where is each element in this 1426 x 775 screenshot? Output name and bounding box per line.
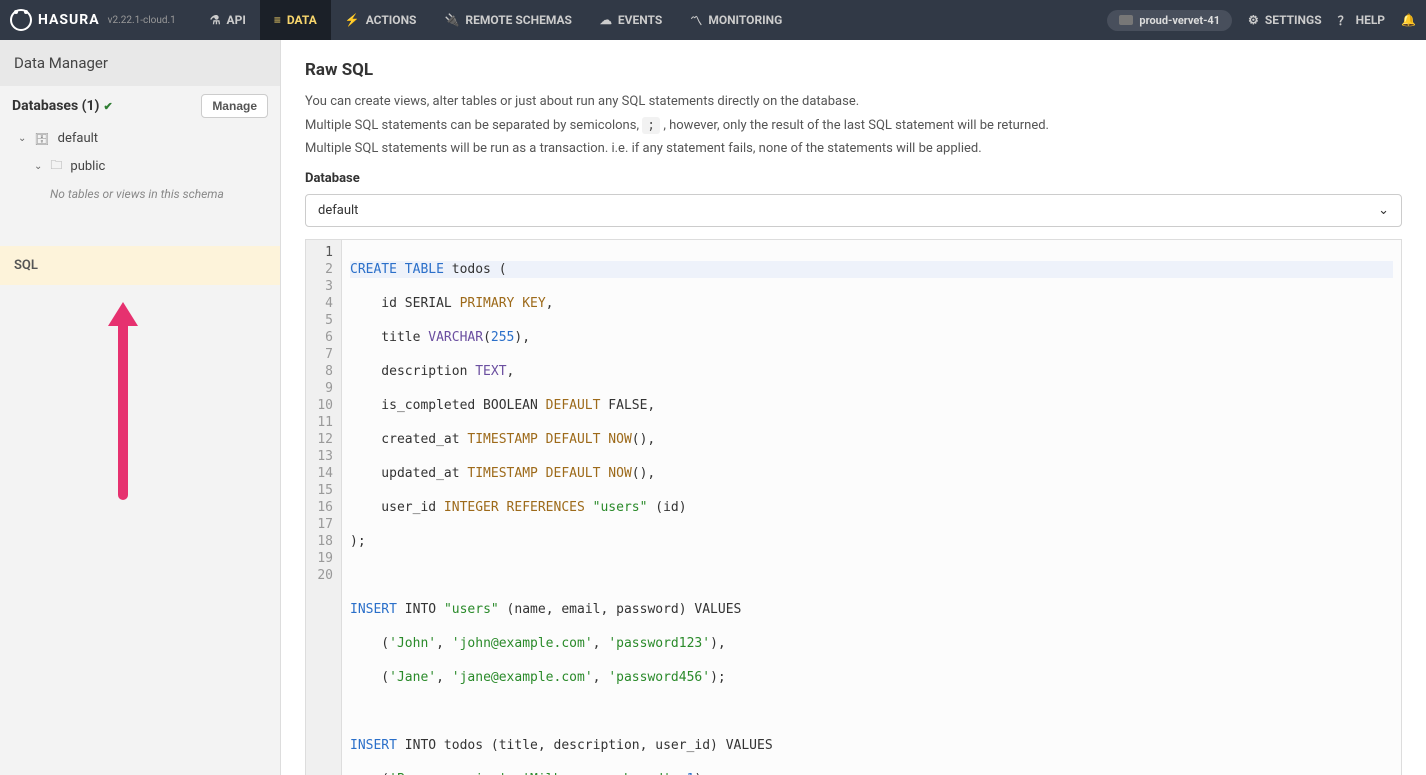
top-nav: HASURA v2.22.1-cloud.1 ⚗API ≡DATA ⚡ACTIO… <box>0 0 1426 40</box>
project-icon <box>1119 15 1133 25</box>
notifications-icon[interactable]: 🔔 <box>1401 13 1416 27</box>
editor-code[interactable]: CREATE TABLE todos ( id SERIAL PRIMARY K… <box>342 240 1401 775</box>
sql-editor[interactable]: 1234567891011121314151617181920 CREATE T… <box>305 239 1402 775</box>
cloud-icon: ☁ <box>600 13 612 27</box>
settings-link[interactable]: ⚙SETTINGS <box>1248 13 1322 27</box>
flask-icon: ⚗ <box>210 13 221 27</box>
plug-icon: 🔌 <box>444 13 459 27</box>
desc-line-3: Multiple SQL statements will be run as a… <box>281 137 1426 161</box>
nav-data[interactable]: ≡DATA <box>260 0 331 40</box>
manage-button[interactable]: Manage <box>201 94 268 118</box>
annotation-arrow <box>118 320 128 500</box>
nav-right: proud-vervet-41 ⚙SETTINGS ？HELP 🔔 <box>1107 10 1416 31</box>
db-tree-item-default[interactable]: ⌄ 🗄 default <box>0 126 280 151</box>
nav-actions[interactable]: ⚡ACTIONS <box>331 0 431 40</box>
page-title: Raw SQL <box>305 60 1402 80</box>
version-text: v2.22.1-cloud.1 <box>108 15 176 26</box>
nav-events[interactable]: ☁EVENTS <box>586 0 676 40</box>
chevron-down-icon: ⌄ <box>1378 203 1389 218</box>
empty-schema-msg: No tables or views in this schema <box>0 182 280 206</box>
nav-monitoring[interactable]: 〽MONITORING <box>676 0 796 40</box>
chevron-down-icon: ⌄ <box>18 133 26 144</box>
logo[interactable]: HASURA <box>10 9 100 31</box>
hasura-logo-icon <box>10 9 32 31</box>
nav-items: ⚗API ≡DATA ⚡ACTIONS 🔌REMOTE SCHEMAS ☁EVE… <box>196 0 797 40</box>
sidebar-sql-tab[interactable]: SQL <box>0 246 280 285</box>
nav-api[interactable]: ⚗API <box>196 0 260 40</box>
sidebar: Data Manager Databases (1) ✔ Manage ⌄ 🗄 … <box>0 40 281 775</box>
folder-icon: 🗀 <box>50 156 62 177</box>
brand-text: HASURA <box>38 12 100 28</box>
databases-header: Databases (1) ✔ Manage <box>0 86 280 126</box>
database-field-label: Database <box>281 161 1426 190</box>
desc-line-1: You can create views, alter tables or ju… <box>281 90 1426 114</box>
gear-icon: ⚙ <box>1248 13 1259 27</box>
main-content: Raw SQL You can create views, alter tabl… <box>281 40 1426 775</box>
chevron-down-icon: ⌄ <box>34 161 42 172</box>
database-icon: 🗄 <box>34 132 49 146</box>
question-icon: ？ <box>1338 12 1350 29</box>
chart-icon: 〽 <box>690 12 702 29</box>
project-pill[interactable]: proud-vervet-41 <box>1107 10 1232 31</box>
bolt-icon: ⚡ <box>345 13 360 27</box>
editor-gutter: 1234567891011121314151617181920 <box>306 240 342 775</box>
desc-line-2: Multiple SQL statements can be separated… <box>281 114 1426 138</box>
database-icon: ≡ <box>274 13 281 27</box>
sidebar-title: Data Manager <box>0 40 280 86</box>
help-link[interactable]: ？HELP <box>1338 12 1385 29</box>
database-select[interactable]: default ⌄ <box>305 194 1402 227</box>
nav-remote-schemas[interactable]: 🔌REMOTE SCHEMAS <box>430 0 585 40</box>
check-icon: ✔ <box>103 100 112 113</box>
databases-label: Databases (1) <box>12 98 99 114</box>
schema-tree-item-public[interactable]: ⌄ 🗀 public <box>0 151 280 182</box>
